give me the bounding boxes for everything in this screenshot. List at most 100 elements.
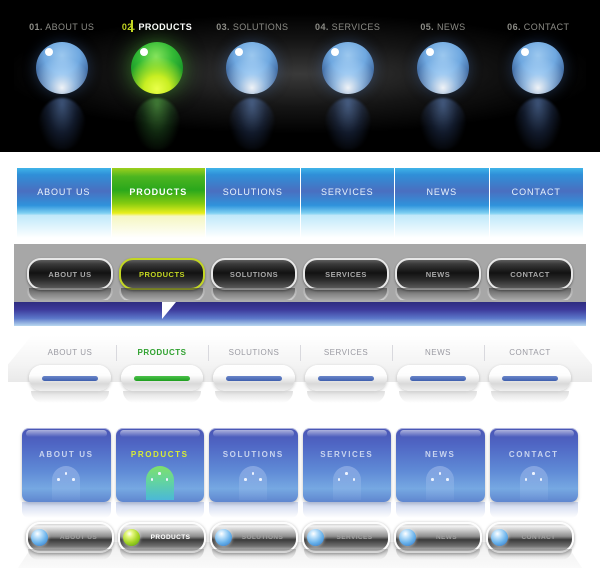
sphere-cell-services[interactable] xyxy=(300,42,395,150)
silver-pill-reflection xyxy=(396,549,480,560)
white-label-solutions[interactable]: SOLUTIONS xyxy=(208,345,301,361)
metal-reflection-cell xyxy=(24,288,116,302)
highlight-icon xyxy=(425,48,434,56)
white-cell-solutions xyxy=(208,365,300,393)
square-label: NEWS xyxy=(425,450,456,459)
metal-reflection-cell xyxy=(300,288,392,302)
white-pill-reflection xyxy=(491,391,569,403)
white-pill-products[interactable] xyxy=(121,365,203,391)
square-label: CONTACT xyxy=(508,450,559,459)
white-pill-reflection xyxy=(31,391,109,403)
sphere-cell-contact[interactable] xyxy=(491,42,586,150)
dots-group xyxy=(244,472,262,483)
white-label-news[interactable]: NEWS xyxy=(392,345,485,361)
square-contact[interactable]: CONTACT xyxy=(489,428,578,502)
metal-pill-label: SERVICES xyxy=(325,269,367,279)
silver-cell-contact: CONTACT xyxy=(484,522,576,553)
white-pill-contact[interactable] xyxy=(489,365,571,391)
tile-products[interactable]: PRODUCTS xyxy=(111,168,205,216)
silver-pill-label: SERVICES xyxy=(336,534,373,541)
indicator-bar xyxy=(42,375,98,381)
white-label-about-us[interactable]: ABOUT US xyxy=(24,345,117,361)
metal-pill-label: NEWS xyxy=(425,269,451,279)
square-reflection xyxy=(489,502,578,518)
square-solutions[interactable]: SOLUTIONS xyxy=(209,428,298,502)
white-label-contact[interactable]: CONTACT xyxy=(484,348,576,360)
square-about-us[interactable]: ABOUT US xyxy=(22,428,111,502)
nav-label-news[interactable]: 05. NEWS xyxy=(395,22,490,36)
sphere-icon[interactable] xyxy=(226,42,279,94)
square-services[interactable]: SERVICES xyxy=(302,428,391,502)
metal-pill-label: ABOUT US xyxy=(48,269,92,279)
white-label-text: PRODUCTS xyxy=(137,348,187,357)
sphere-cell-solutions[interactable] xyxy=(205,42,300,150)
white-pill-news[interactable] xyxy=(397,365,479,391)
metal-pill-reflection xyxy=(211,288,297,302)
white-label-services[interactable]: SERVICES xyxy=(300,345,393,361)
blue-square-reflection-row xyxy=(22,502,578,518)
sphere-icon[interactable] xyxy=(35,42,88,94)
metal-pill-solutions[interactable]: SOLUTIONS xyxy=(211,258,297,290)
silver-reflection-cell xyxy=(300,549,392,561)
sphere-cell-products[interactable] xyxy=(109,42,204,150)
silver-pill-label: CONTACT xyxy=(521,534,556,541)
sphere-cell-about-us[interactable] xyxy=(14,42,109,150)
nav-label-about-us[interactable]: 01. ABOUT US xyxy=(14,22,109,36)
metal-reflection-cell xyxy=(392,288,484,302)
nav-label-products[interactable]: 02. PRODUCTS xyxy=(109,20,204,36)
dots-group xyxy=(57,472,75,483)
highlight-icon xyxy=(521,48,530,56)
metal-pill-news[interactable]: NEWS xyxy=(395,258,481,290)
glossy-orb-icon xyxy=(491,529,508,546)
white-label-text: NEWS xyxy=(425,348,451,357)
sphere-icon[interactable] xyxy=(416,42,469,94)
tile-about-us[interactable]: ABOUT US xyxy=(17,168,111,216)
sphere-icon[interactable] xyxy=(512,42,565,94)
metal-pill-about-us[interactable]: ABOUT US xyxy=(27,258,113,290)
indicator-bar xyxy=(410,375,466,381)
white-pill-about-us[interactable] xyxy=(29,365,111,391)
metal-pill-products[interactable]: PRODUCTS xyxy=(119,258,205,290)
nav-label-solutions[interactable]: 03. SOLUTIONS xyxy=(205,22,300,36)
silver-pill-label: NEWS xyxy=(435,534,458,541)
metal-cell-contact: CONTACT xyxy=(484,258,576,290)
square-products[interactable]: PRODUCTS xyxy=(115,428,204,502)
nav-label-text: NEWS xyxy=(436,22,466,32)
metal-pill-services[interactable]: SERVICES xyxy=(303,258,389,290)
silver-reflection-cell xyxy=(208,549,300,561)
silver-cell-solutions: SOLUTIONS xyxy=(208,522,300,553)
tile-label: NEWS xyxy=(426,187,458,197)
metal-pill-contact[interactable]: CONTACT xyxy=(487,258,573,290)
nav-label-text: CONTACT xyxy=(523,22,570,32)
dots-group xyxy=(150,472,169,483)
arch-dots-icon xyxy=(332,466,361,500)
white-pill-reflection xyxy=(399,391,477,403)
nav-number: 05. xyxy=(420,22,435,32)
nav-label-contact[interactable]: 06. CONTACT xyxy=(491,22,586,36)
square-label: PRODUCTS xyxy=(130,450,189,459)
metal-reflection-cell xyxy=(484,288,576,302)
white-pill-services[interactable] xyxy=(305,365,387,391)
tile-news[interactable]: NEWS xyxy=(395,168,489,216)
white-label-products[interactable]: PRODUCTS xyxy=(116,345,209,361)
tile-contact[interactable]: CONTACT xyxy=(489,168,583,216)
sphere-cell-news[interactable] xyxy=(395,42,490,150)
silver-pill-reflection xyxy=(212,549,296,560)
metal-pill-label: PRODUCTS xyxy=(138,269,186,279)
tile-reflection xyxy=(395,216,489,238)
sphere-reflection xyxy=(515,98,562,150)
white-pill-solutions[interactable] xyxy=(213,365,295,391)
tile-label: ABOUT US xyxy=(37,187,91,197)
silver-cell-products: PRODUCTS xyxy=(116,522,208,553)
tile-solutions[interactable]: SOLUTIONS xyxy=(206,168,300,216)
tile-label: SOLUTIONS xyxy=(222,187,283,197)
sphere-reflection xyxy=(133,98,180,150)
arch-dots-icon xyxy=(519,466,548,500)
sphere-icon-active[interactable] xyxy=(130,42,183,94)
silver-orb-pill-nav-bar: ABOUT US PRODUCTS SOLUTIONS SERVICES NEW… xyxy=(0,518,600,571)
nav-label-services[interactable]: 04. SERVICES xyxy=(300,22,395,36)
sphere-icon[interactable] xyxy=(321,42,374,94)
tile-services[interactable]: SERVICES xyxy=(300,168,394,216)
square-news[interactable]: NEWS xyxy=(396,428,485,502)
sphere-reflection xyxy=(229,98,276,150)
